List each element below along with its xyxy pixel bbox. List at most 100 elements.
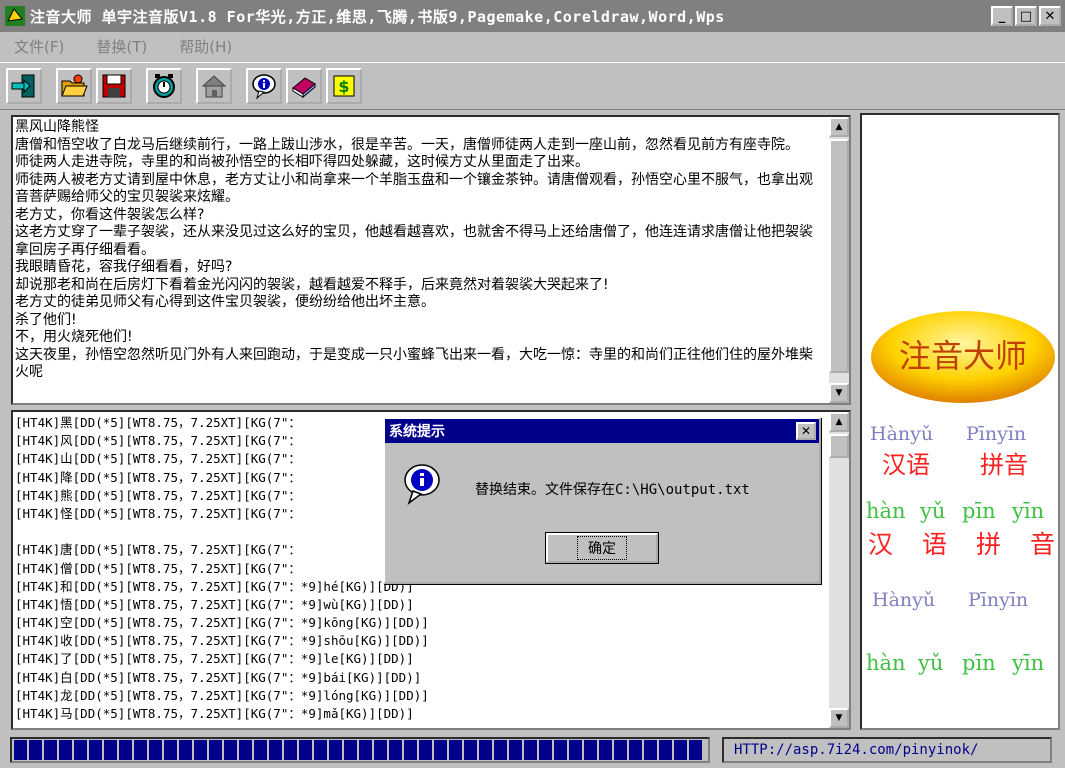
clock-icon: [153, 74, 175, 98]
menu-bar: 文件(F) 替换(T) 帮助(H): [0, 32, 1065, 60]
menu-help[interactable]: 帮助(H): [179, 36, 232, 57]
output-scrollbar[interactable]: ▲ ▼: [829, 412, 849, 728]
progress-block: [134, 739, 147, 760]
save-button[interactable]: [96, 68, 132, 104]
progress-block: [179, 739, 192, 760]
pinyin-syllable: hàn: [866, 499, 906, 523]
pinyin-word: Pīnyīn: [968, 589, 1029, 611]
menu-replace[interactable]: 替换(T): [96, 36, 147, 57]
register-button[interactable]: $: [326, 68, 362, 104]
progress-block: [449, 739, 462, 760]
progress-block: [149, 739, 162, 760]
progress-block: [509, 739, 522, 760]
progress-block: [674, 739, 687, 760]
source-paragraph: 我眼睛昏花，容我仔细看看，好吗?: [15, 259, 233, 275]
output-line: [HT4K]了[DD(*5][WT8.75，7.25XT][KG(7"：*9]l…: [15, 651, 414, 667]
progress-block: [389, 739, 402, 760]
progress-block: [269, 739, 282, 760]
dialog-message: 替换结束。文件保存在C:\HG\output.txt: [475, 482, 750, 498]
source-paragraph: 黑风山降熊怪: [15, 119, 99, 135]
pinyin-syllable: yīn: [1012, 499, 1045, 523]
menu-file[interactable]: 文件(F): [14, 36, 64, 57]
scroll-thumb[interactable]: [829, 139, 849, 373]
pinyin-syllable: pīn: [962, 651, 996, 675]
progress-block: [434, 739, 447, 760]
progress-block: [569, 739, 582, 760]
close-button[interactable]: ✕: [1039, 6, 1061, 26]
dialog-title: 系统提示: [389, 424, 445, 440]
hanzi-word: 汉语: [882, 451, 930, 479]
pinyin-row-1: Hànyǔ Pīnyīn: [862, 423, 1058, 445]
house-icon: [201, 75, 227, 98]
scroll-up-arrow[interactable]: ▲: [829, 117, 849, 137]
output-line: [HT4K]收[DD(*5][WT8.75，7.25XT][KG(7"：*9]s…: [15, 633, 429, 649]
progress-block: [494, 739, 507, 760]
ok-button-label: 确定: [577, 536, 627, 560]
scroll-thumb[interactable]: [829, 434, 849, 458]
dialog-close-button[interactable]: ✕: [796, 422, 816, 440]
progress-block: [329, 739, 342, 760]
progress-block: [629, 739, 642, 760]
manual-button[interactable]: [286, 68, 322, 104]
scroll-up-arrow[interactable]: ▲: [829, 412, 849, 432]
progress-block: [14, 739, 27, 760]
progress-block: [464, 739, 477, 760]
progress-block: [119, 739, 132, 760]
progress-block: [284, 739, 297, 760]
progress-bar: [10, 736, 710, 763]
progress-block: [164, 739, 177, 760]
progress-block: [209, 739, 222, 760]
progress-block: [104, 739, 117, 760]
dollar-icon: $: [333, 75, 355, 97]
url-link[interactable]: HTTP://asp.7i24.com/pinyinok/: [722, 736, 1052, 763]
exit-door-icon: [11, 74, 35, 98]
timer-button[interactable]: [146, 68, 182, 104]
pinyin-word: Pīnyīn: [966, 423, 1027, 445]
hanzi-char: 语: [922, 530, 948, 559]
progress-block: [239, 739, 252, 760]
progress-block: [74, 739, 87, 760]
hanzi-char: 音: [1030, 530, 1056, 559]
progress-block: [44, 739, 57, 760]
title-bar: 注音大师 单宇注音版V1.8 For华光,方正,维思,飞腾,书版9,Pagema…: [0, 0, 1065, 32]
progress-block: [314, 739, 327, 760]
progress-block: [89, 739, 102, 760]
progress-block: [554, 739, 567, 760]
save-disk-icon: [102, 74, 126, 98]
hanzi-row-1: 汉语 拼音: [862, 445, 1058, 479]
progress-block: [359, 739, 372, 760]
progress-block: [689, 739, 702, 760]
output-line: [HT4K]空[DD(*5][WT8.75，7.25XT][KG(7"：*9]k…: [15, 615, 429, 631]
home-button[interactable]: [196, 68, 232, 104]
scroll-down-arrow[interactable]: ▼: [829, 708, 849, 728]
maximize-button[interactable]: □: [1015, 6, 1037, 26]
progress-block: [254, 739, 267, 760]
progress-block: [344, 739, 357, 760]
scroll-down-arrow[interactable]: ▼: [829, 383, 849, 403]
hanzi-word: 拼音: [980, 451, 1028, 479]
about-button[interactable]: [246, 68, 282, 104]
source-scrollbar[interactable]: ▲ ▼: [829, 117, 849, 403]
pinyin-syllable: yǔ: [920, 499, 946, 523]
open-button[interactable]: [56, 68, 92, 104]
progress-block: [599, 739, 612, 760]
minimize-button[interactable]: _: [991, 6, 1013, 26]
pinyin-syllable: hàn: [866, 651, 906, 675]
source-paragraph: 杀了他们!: [15, 311, 77, 328]
app-icon: [5, 6, 25, 26]
source-paragraph: 这天夜里，孙悟空忽然听见门外有人来回跑动，于是变成一只小蜜蜂飞出来一看，大吃一惊…: [15, 346, 813, 381]
progress-block: [29, 739, 42, 760]
exit-button[interactable]: [6, 68, 42, 104]
logo-text: 注音大师: [899, 337, 1027, 375]
info-icon: [252, 74, 276, 100]
source-text-pane[interactable]: 黑风山降熊怪 唐僧和悟空收了白龙马后继续前行，一路上跋山涉水，很是辛苦。一天，唐僧…: [11, 115, 851, 405]
dialog-title-bar: 系统提示 ✕: [385, 419, 819, 443]
progress-block: [59, 739, 72, 760]
progress-block: [584, 739, 597, 760]
book-icon: [292, 77, 316, 99]
progress-block: [374, 739, 387, 760]
source-paragraph: 师徒两人走进寺院，寺里的和尚被孙悟空的长相吓得四处躲藏，这时候方丈从里面走了出来…: [15, 154, 589, 170]
progress-block: [539, 739, 552, 760]
pinyin-row-2: hàn yǔ pīn yīn: [862, 499, 1058, 525]
ok-button[interactable]: 确定: [545, 532, 659, 564]
